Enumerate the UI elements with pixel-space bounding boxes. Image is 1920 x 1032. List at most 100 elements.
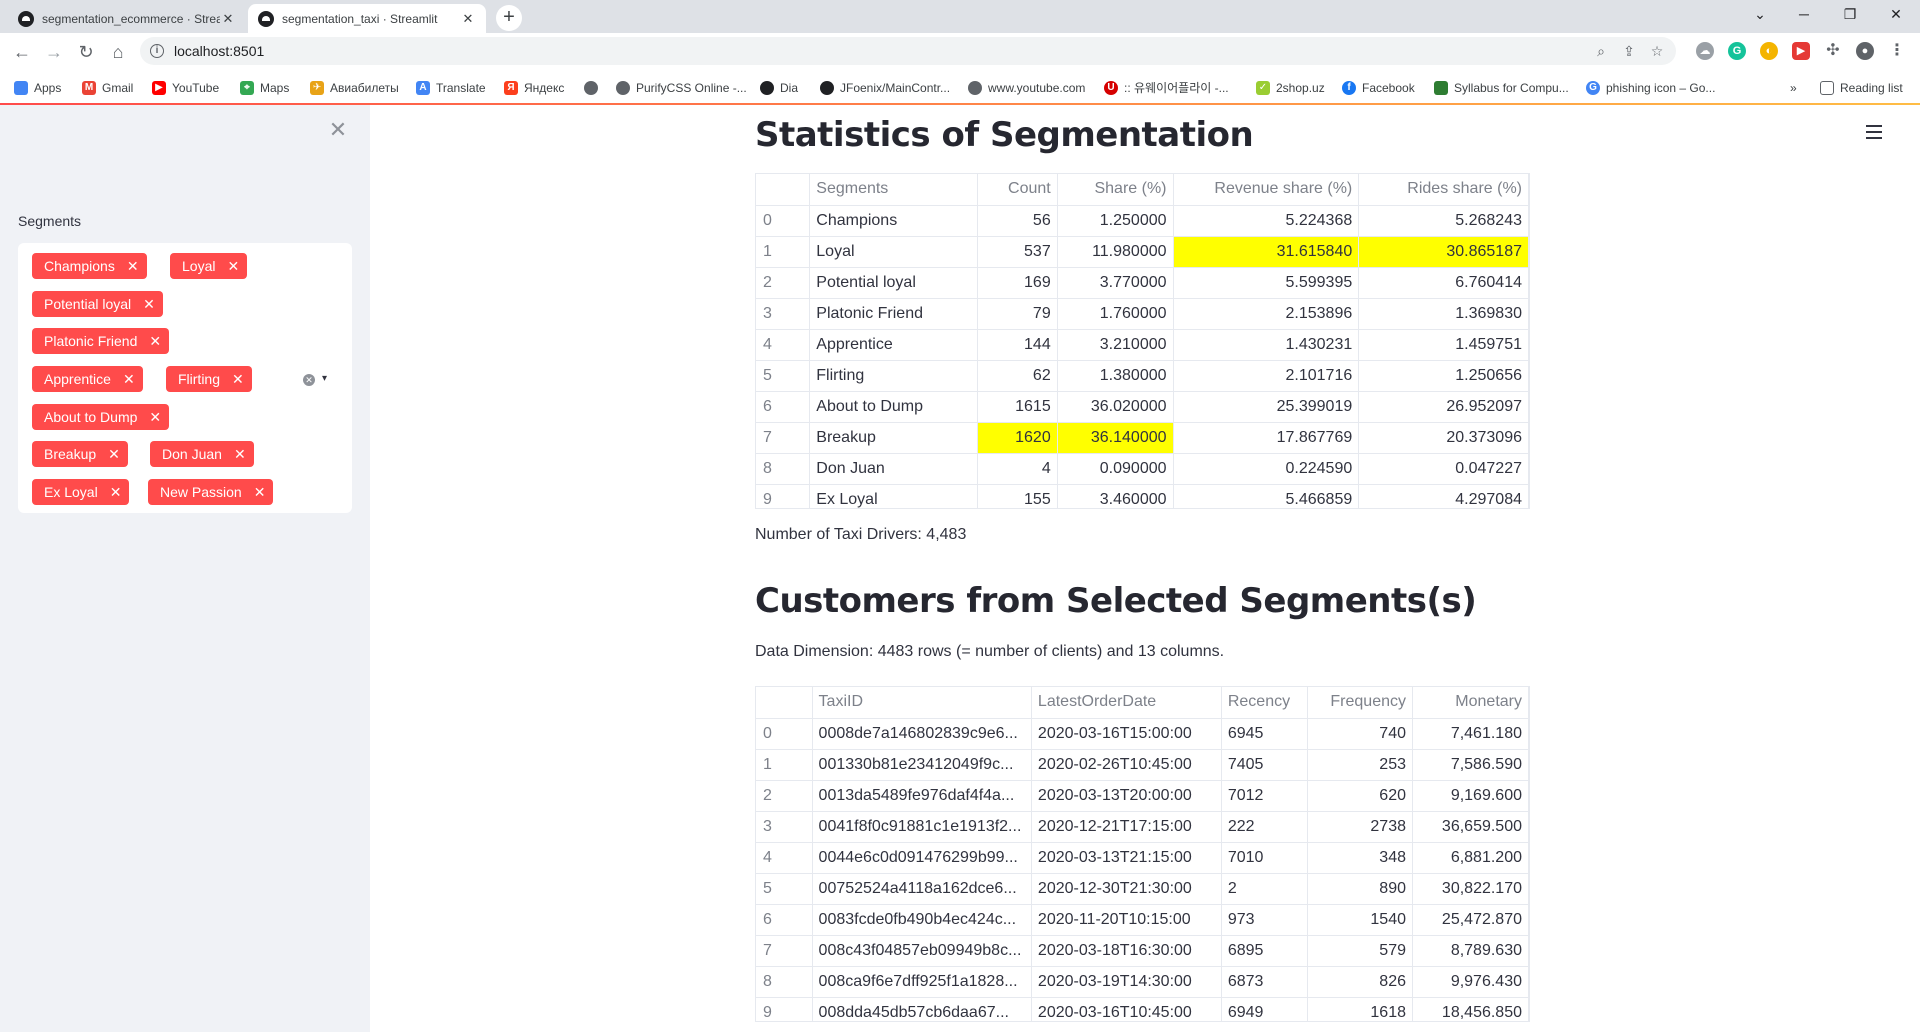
column-header[interactable]: LatestOrderDate — [1031, 687, 1222, 719]
bookmark-star-icon[interactable]: ☆ — [1648, 43, 1666, 59]
table-cell[interactable]: 56 — [977, 205, 1058, 237]
table-cell[interactable]: Loyal — [809, 236, 978, 268]
remove-chip-icon[interactable]: ✕ — [127, 253, 139, 279]
table-cell[interactable]: 1.250656 — [1358, 360, 1529, 392]
cloud-extension-icon[interactable]: ☁ — [1696, 42, 1714, 60]
row-index[interactable]: 7 — [756, 935, 813, 967]
table-cell[interactable]: 7,586.590 — [1412, 749, 1529, 781]
table-cell[interactable]: 5.224368 — [1173, 205, 1360, 237]
table-cell[interactable]: 348 — [1307, 842, 1414, 874]
bookmark-maps[interactable]: ⌖ Maps — [240, 79, 289, 96]
table-cell[interactable]: 30,822.170 — [1412, 873, 1529, 905]
row-index[interactable]: 9 — [756, 997, 813, 1021]
table-cell[interactable]: 3.210000 — [1057, 329, 1174, 361]
segments-multiselect[interactable]: Champions ✕ Loyal ✕ Potential loyal ✕ Plato… — [18, 243, 352, 513]
table-cell[interactable]: 5.466859 — [1173, 484, 1360, 508]
table-cell[interactable]: 2020-03-16T10:45:00 — [1031, 997, 1222, 1021]
table-cell[interactable]: 1618 — [1307, 997, 1414, 1021]
table-cell[interactable]: 7,461.180 — [1412, 718, 1529, 750]
row-index[interactable]: 2 — [756, 780, 813, 812]
back-arrow-icon[interactable]: ← — [8, 38, 36, 66]
hamburger-menu-icon[interactable] — [1866, 125, 1882, 143]
bookmark-uway[interactable]: U:: 유웨이어플라이 -... — [1104, 79, 1229, 96]
browser-tab-taxi[interactable]: segmentation_taxi · Streamlit ✕ — [248, 4, 486, 33]
table-cell[interactable]: 25.399019 — [1173, 391, 1360, 423]
table-cell[interactable]: 2020-03-16T15:00:00 — [1031, 718, 1222, 750]
table-cell[interactable]: 8,789.630 — [1412, 935, 1529, 967]
remove-chip-icon[interactable]: ✕ — [143, 291, 155, 317]
table-cell[interactable]: 826 — [1307, 966, 1414, 998]
table-cell[interactable]: 1540 — [1307, 904, 1414, 936]
table-cell[interactable]: 537 — [977, 236, 1058, 268]
row-index[interactable]: 2 — [756, 267, 811, 299]
table-cell[interactable]: 31.615840 — [1173, 236, 1360, 268]
table-cell[interactable]: 973 — [1221, 904, 1308, 936]
table-cell[interactable]: 1.369830 — [1358, 298, 1529, 330]
table-cell[interactable]: 1.380000 — [1057, 360, 1174, 392]
column-header[interactable] — [756, 174, 811, 206]
stats-dataframe[interactable]: Segments Count Share (%) Revenue share (… — [755, 173, 1530, 509]
bookmark-2shop[interactable]: ✓ 2shop.uz — [1256, 79, 1325, 96]
remove-chip-icon[interactable]: ✕ — [254, 479, 266, 505]
tab-search-icon[interactable]: ⌄ — [1738, 0, 1782, 30]
table-cell[interactable]: 2020-03-18T16:30:00 — [1031, 935, 1222, 967]
share-icon[interactable]: ⇪ — [1620, 43, 1638, 59]
row-index[interactable]: 0 — [756, 205, 811, 237]
table-cell[interactable]: 2020-03-19T14:30:00 — [1031, 966, 1222, 998]
remove-chip-icon[interactable]: ✕ — [149, 404, 161, 430]
table-cell[interactable]: 008c43f04857eb09949b8c... — [812, 935, 1032, 967]
zoom-icon[interactable]: ⌕ — [1592, 43, 1610, 59]
table-cell[interactable]: Potential loyal — [809, 267, 978, 299]
table-cell[interactable]: 1.430231 — [1173, 329, 1360, 361]
table-cell[interactable]: 155 — [977, 484, 1058, 508]
table-cell[interactable]: 9,976.430 — [1412, 966, 1529, 998]
dropdown-caret-icon[interactable]: ▾ — [322, 373, 327, 384]
site-info-icon[interactable]: i — [150, 44, 164, 58]
table-cell[interactable]: 169 — [977, 267, 1058, 299]
column-header[interactable]: Recency — [1221, 687, 1308, 719]
table-cell[interactable]: 11.980000 — [1057, 236, 1174, 268]
table-cell[interactable]: 2020-02-26T10:45:00 — [1031, 749, 1222, 781]
table-cell[interactable]: 0008de7a146802839c9e6... — [812, 718, 1032, 750]
table-cell[interactable]: Breakup — [809, 422, 978, 454]
table-cell[interactable]: 00752524a4118a162dce6... — [812, 873, 1032, 905]
bookmark-syllabus[interactable]: Syllabus for Compu... — [1434, 79, 1569, 96]
table-cell[interactable]: 1.250000 — [1057, 205, 1174, 237]
column-header[interactable]: TaxiID — [812, 687, 1032, 719]
table-cell[interactable]: 579 — [1307, 935, 1414, 967]
table-cell[interactable]: 7405 — [1221, 749, 1308, 781]
row-index[interactable]: 0 — [756, 718, 813, 750]
row-index[interactable]: 1 — [756, 749, 813, 781]
table-cell[interactable]: 17.867769 — [1173, 422, 1360, 454]
table-cell[interactable]: Apprentice — [809, 329, 978, 361]
table-cell[interactable]: 0.224590 — [1173, 453, 1360, 485]
column-header[interactable]: Monetary — [1412, 687, 1529, 719]
table-cell[interactable]: 9,169.600 — [1412, 780, 1529, 812]
extensions-puzzle-icon[interactable]: ✣ — [1824, 42, 1842, 60]
table-cell[interactable]: 253 — [1307, 749, 1414, 781]
bookmark-yandex[interactable]: Я Яндекс — [504, 79, 564, 96]
table-cell[interactable]: 3.460000 — [1057, 484, 1174, 508]
restore-window-button[interactable]: ❐ — [1828, 0, 1872, 30]
table-cell[interactable]: 36,659.500 — [1412, 811, 1529, 843]
bookmark-youtube-com[interactable]: www.youtube.com — [968, 79, 1085, 96]
forward-arrow-icon[interactable]: → — [40, 38, 68, 66]
address-bar[interactable]: i localhost:8501 ⌕ ⇪ ☆ — [140, 37, 1676, 65]
bookmark-gmail[interactable]: M Gmail — [82, 79, 133, 96]
grammarly-extension-icon[interactable]: G — [1728, 42, 1746, 60]
table-cell[interactable]: 6,881.200 — [1412, 842, 1529, 874]
row-index[interactable]: 6 — [756, 904, 813, 936]
home-icon[interactable]: ⌂ — [104, 38, 132, 66]
table-cell[interactable]: 2020-12-21T17:15:00 — [1031, 811, 1222, 843]
reading-list-button[interactable]: Reading list — [1820, 79, 1903, 96]
table-cell[interactable]: Ex Loyal — [809, 484, 978, 508]
bookmark-jfoenix[interactable]: JFoenix/MainContr... — [820, 79, 950, 96]
table-cell[interactable]: 0083fcde0fb490b4ec424c... — [812, 904, 1032, 936]
row-index[interactable]: 3 — [756, 298, 811, 330]
minimize-window-button[interactable]: ─ — [1782, 0, 1826, 30]
row-index[interactable]: 7 — [756, 422, 811, 454]
clear-all-icon[interactable]: ✕ — [303, 374, 315, 386]
row-index[interactable]: 5 — [756, 360, 811, 392]
remove-chip-icon[interactable]: ✕ — [232, 366, 244, 392]
row-index[interactable]: 8 — [756, 966, 813, 998]
